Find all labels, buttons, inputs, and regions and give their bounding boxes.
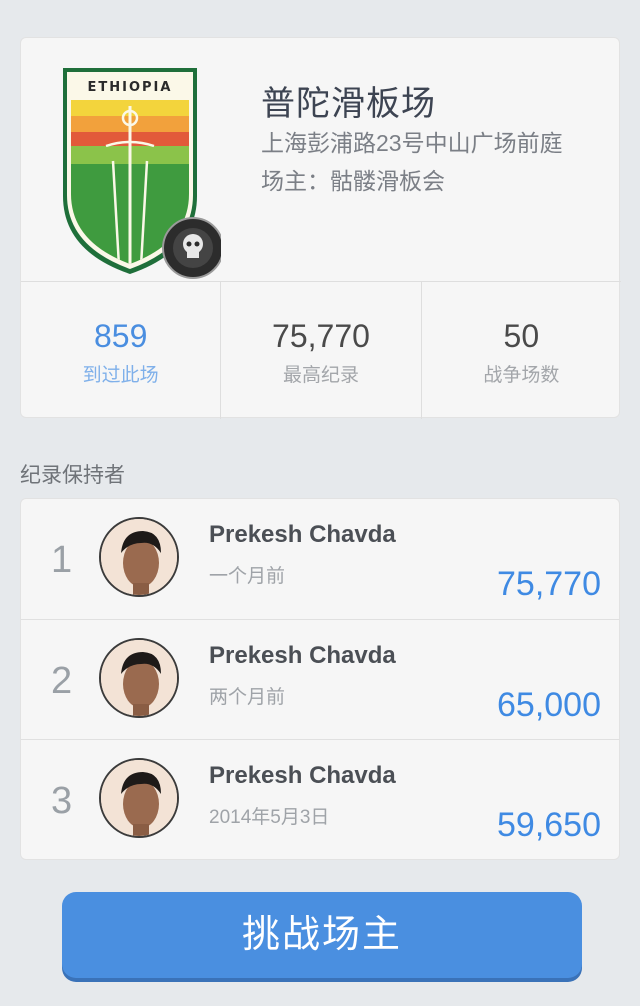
avatar[interactable] — [99, 638, 179, 718]
record-time: 2014年5月3日 — [209, 807, 330, 828]
challenge-owner-button[interactable]: 挑战场主 — [62, 892, 582, 978]
stats-bar: 859 到过此场 75,770 最高纪录 50 战争场数 — [21, 281, 621, 419]
list-item[interactable]: 3 Prekesh Chavda 2014年5月3日 59,650 — [21, 739, 619, 859]
avatar[interactable] — [99, 517, 179, 597]
record-holders-list: 1 Prekesh Chavda 一个月前 75,770 2 Prekesh C… — [20, 498, 620, 860]
venue-card: ETHIOPIA 普陀滑板场 上海彭浦路23号中山广场前庭 场主：骷髅滑板会 8… — [20, 37, 621, 419]
stat-battles: 50 战争场数 — [422, 282, 621, 419]
record-time: 两个月前 — [209, 687, 286, 708]
record-time: 一个月前 — [209, 566, 286, 587]
rank-number: 1 — [51, 539, 73, 581]
record-score: 75,770 — [497, 565, 601, 603]
player-name: Prekesh Chavda — [209, 521, 396, 548]
record-score: 65,000 — [497, 686, 601, 724]
venue-owner: 场主：骷髅滑板会 — [261, 168, 445, 194]
list-item[interactable]: 2 Prekesh Chavda 两个月前 65,000 — [21, 619, 619, 739]
player-name: Prekesh Chavda — [209, 762, 396, 789]
avatar[interactable] — [99, 758, 179, 838]
stat-label: 到过此场 — [82, 365, 159, 386]
stat-visits[interactable]: 859 到过此场 — [21, 282, 222, 419]
badge-text: ETHIOPIA — [88, 80, 173, 95]
stat-label: 最高纪录 — [282, 365, 359, 386]
venue-badge-logo: ETHIOPIA — [63, 68, 221, 279]
stat-high-score: 75,770 最高纪录 — [221, 282, 422, 419]
player-name: Prekesh Chavda — [209, 642, 396, 669]
stat-value: 859 — [93, 318, 148, 354]
list-item[interactable]: 1 Prekesh Chavda 一个月前 75,770 — [21, 499, 619, 619]
stat-value: 50 — [503, 318, 540, 354]
rank-number: 2 — [51, 660, 73, 702]
stat-value: 75,770 — [272, 318, 370, 354]
venue-name: 普陀滑板场 — [261, 85, 436, 123]
stat-label: 战争场数 — [483, 365, 560, 386]
records-section-title: 纪录保持者 — [20, 464, 125, 487]
record-score: 59,650 — [497, 806, 601, 844]
venue-address: 上海彭浦路23号中山广场前庭 — [261, 130, 563, 156]
rank-number: 3 — [51, 780, 73, 822]
